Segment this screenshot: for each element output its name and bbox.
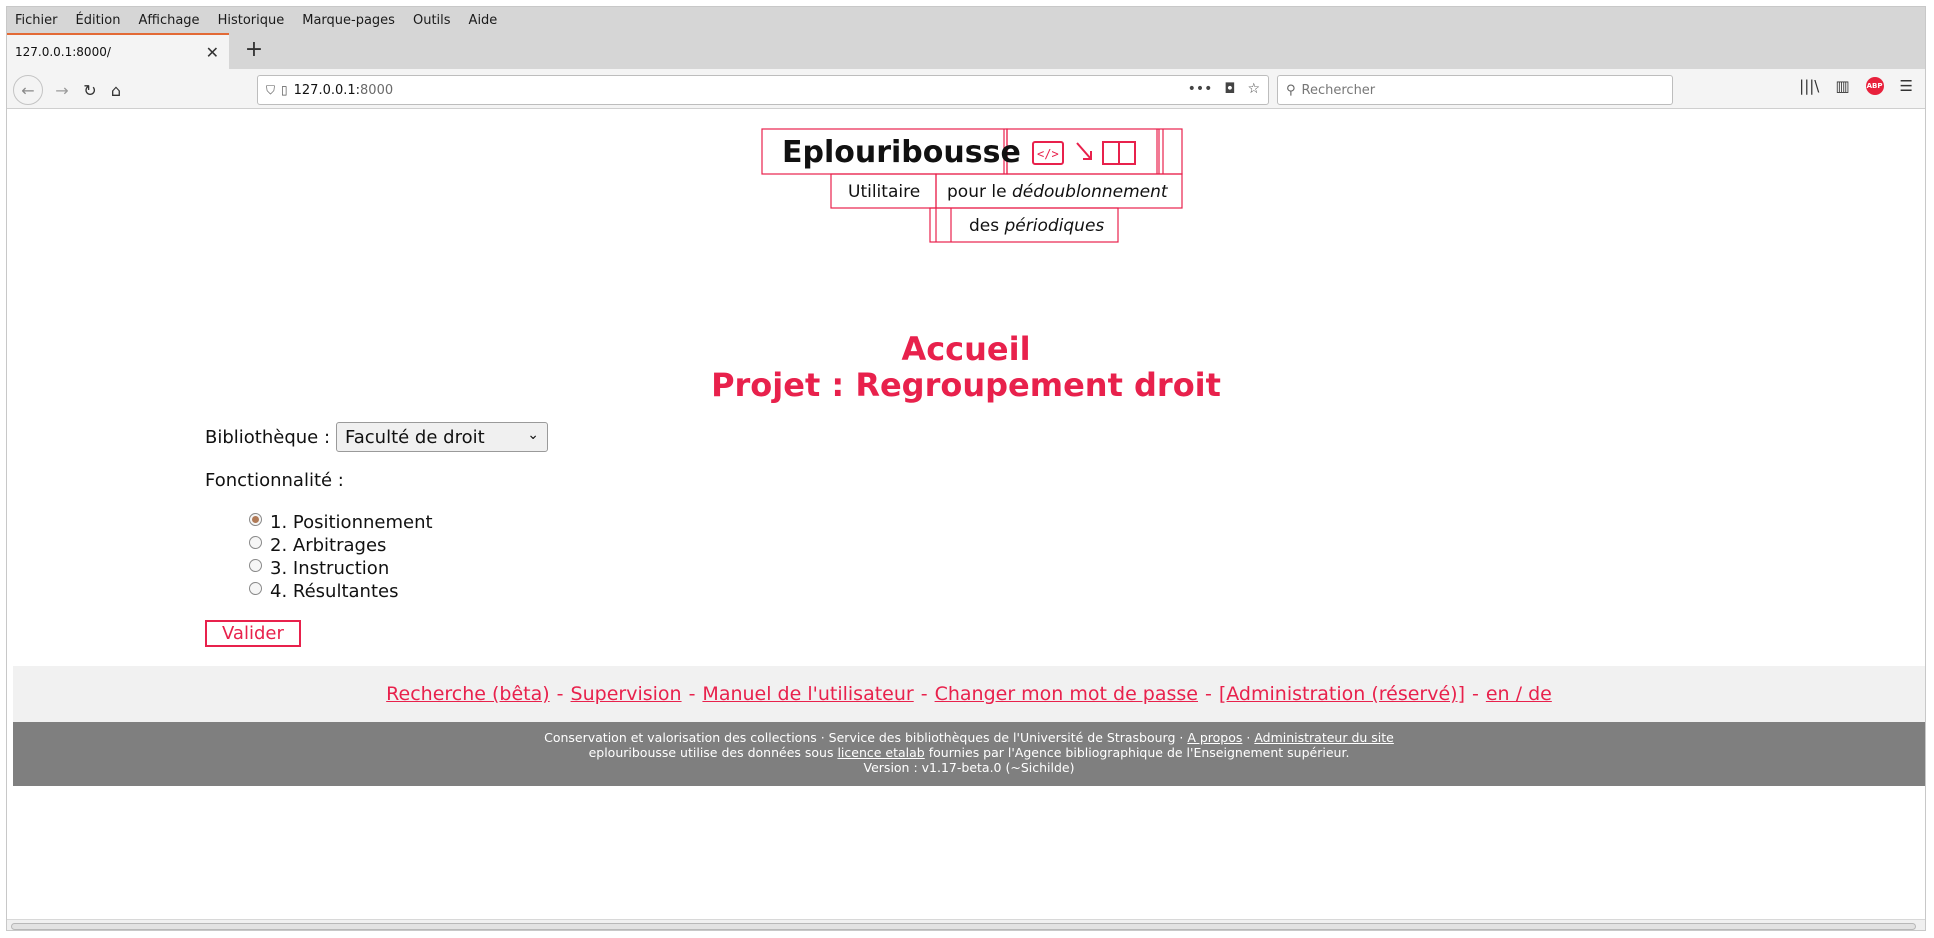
radio-button-resultantes[interactable] (249, 582, 262, 595)
separator: - (556, 683, 564, 705)
close-icon[interactable]: ✕ (206, 43, 219, 62)
scrollbar-thumb[interactable] (11, 923, 1916, 930)
radio-option[interactable]: 1. Positionnement (249, 511, 548, 534)
forward-icon[interactable]: → (49, 77, 75, 103)
menu-outils[interactable]: Outils (413, 13, 451, 28)
radio-button-instruction[interactable] (249, 559, 262, 572)
page-icon[interactable]: ▯ (281, 83, 288, 97)
footer-version: Version : v1.17-beta.0 (~Sichilde) (863, 760, 1075, 775)
library-row: Bibliothèque : Faculté de droit ⌄ (205, 422, 549, 452)
site-logo[interactable]: Eplouribousse </> Utilitaire pour le déd… (7, 110, 1925, 250)
link-manuel[interactable]: Manuel de l'utilisateur (702, 683, 913, 705)
library-selected-value: Faculté de droit (345, 426, 485, 448)
radio-option[interactable]: 3. Instruction (249, 557, 548, 580)
pocket-icon[interactable]: ◘ (1224, 81, 1235, 97)
radio-label: 2. Arbitrages (270, 535, 387, 556)
link-recherche[interactable]: Recherche (bêta) (386, 683, 550, 705)
shield-icon[interactable]: ⛉ (266, 83, 275, 98)
url-port: 8000 (360, 82, 394, 98)
logo-line2b: dédoublonnement (1012, 182, 1169, 202)
home-icon[interactable]: ⌂ (103, 77, 129, 103)
new-tab-icon[interactable]: + (241, 37, 267, 63)
radio-button-positionnement[interactable] (249, 513, 262, 526)
page-content: Eplouribousse </> Utilitaire pour le déd… (7, 110, 1925, 925)
logo-line1: Utilitaire (848, 182, 920, 202)
logo-line2a: pour le (947, 182, 1012, 202)
footer-info: Conservation et valorisation des collect… (13, 722, 1925, 786)
chevron-down-icon: ⌄ (527, 427, 540, 443)
footer-license-text2: fournies par l'Agence bibliographique de… (924, 745, 1350, 760)
link-administrateur[interactable]: Administrateur du site (1254, 730, 1394, 745)
logo-line3b: périodiques (1004, 216, 1105, 236)
tab-title: 127.0.0.1:8000/ (15, 45, 111, 59)
horizontal-scrollbar[interactable] (7, 919, 1925, 930)
link-language[interactable]: en / de (1486, 683, 1552, 705)
library-label: Bibliothèque : (205, 426, 331, 448)
sidebar-icon[interactable]: ▥ (1835, 77, 1849, 95)
more-icon[interactable]: ••• (1188, 81, 1213, 97)
menu-aide[interactable]: Aide (469, 13, 498, 28)
footer-dot: · (1242, 730, 1255, 745)
radio-option[interactable]: 4. Résultantes (249, 580, 548, 603)
menu-affichage[interactable]: Affichage (138, 13, 199, 28)
search-input[interactable]: ⚲ Rechercher (1277, 75, 1673, 105)
logo-graphic: Eplouribousse </> Utilitaire pour le déd… (761, 128, 1183, 243)
search-placeholder: Rechercher (1301, 82, 1376, 98)
library-icon[interactable]: |||\ (1799, 77, 1819, 95)
back-icon[interactable]: ← (13, 75, 43, 105)
menu-fichier[interactable]: Fichier (15, 13, 58, 28)
url-bar[interactable]: ⛉ ▯ 127.0.0.1: 8000 ••• ◘ ☆ (257, 75, 1269, 105)
menu-bar: Fichier Édition Affichage Historique Mar… (7, 7, 1925, 33)
footer-line2: eplouribousse utilise des données sous l… (13, 745, 1925, 760)
radio-label: 1. Positionnement (270, 512, 433, 533)
footer-license-text: eplouribousse utilise des données sous (588, 745, 838, 760)
link-administration[interactable]: [Administration (réservé)] (1219, 683, 1465, 705)
toolbar-right: |||\ ▥ ABP ☰ (1799, 77, 1913, 95)
link-changer-mot-de-passe[interactable]: Changer mon mot de passe (935, 683, 1198, 705)
logo-line3a: des (969, 216, 1005, 236)
svg-text:des périodiques: des périodiques (969, 216, 1104, 236)
menu-marque-pages[interactable]: Marque-pages (302, 13, 395, 28)
reload-icon[interactable]: ↻ (77, 77, 103, 103)
function-radio-group: 1. Positionnement 2. Arbitrages 3. Instr… (249, 511, 548, 603)
page-title: Accueil (901, 330, 1031, 368)
url-host: 127.0.0.1: (293, 82, 361, 98)
separator: - (688, 683, 696, 705)
separator: - (1205, 683, 1212, 705)
submit-button[interactable]: Valider (205, 620, 301, 647)
function-label: Fonctionnalité : (205, 470, 344, 491)
radio-label: 3. Instruction (270, 558, 390, 579)
radio-label: 4. Résultantes (270, 581, 399, 602)
menu-historique[interactable]: Historique (218, 13, 285, 28)
footer-nav: Recherche (bêta) - Supervision - Manuel … (13, 666, 1925, 722)
url-actions: ••• ◘ ☆ (1188, 81, 1260, 97)
footer-credits: Conservation et valorisation des collect… (544, 730, 1188, 745)
link-supervision[interactable]: Supervision (571, 683, 682, 705)
project-title: Projet : Regroupement droit (711, 366, 1221, 404)
svg-text:pour le dédoublonnement: pour le dédoublonnement (947, 182, 1169, 202)
nav-bar: ← → ↻ ⌂ ⛉ ▯ 127.0.0.1: 8000 ••• ◘ ☆ ⚲ Rec… (7, 69, 1925, 109)
separator: - (1472, 683, 1479, 705)
separator: - (920, 683, 928, 705)
browser-tab[interactable]: 127.0.0.1:8000/ ✕ (7, 33, 229, 69)
footer-line1: Conservation et valorisation des collect… (13, 730, 1925, 745)
menu-edition[interactable]: Édition (76, 13, 121, 28)
hamburger-menu-icon[interactable]: ☰ (1900, 77, 1913, 95)
radio-button-arbitrages[interactable] (249, 536, 262, 549)
browser-window: Fichier Édition Affichage Historique Mar… (6, 6, 1926, 931)
link-a-propos[interactable]: A propos (1187, 730, 1242, 745)
library-select[interactable]: Faculté de droit ⌄ (336, 422, 549, 452)
search-icon: ⚲ (1286, 82, 1296, 98)
radio-option[interactable]: 2. Arbitrages (249, 534, 548, 557)
code-icon: </> (1037, 147, 1059, 161)
home-form: Bibliothèque : Faculté de droit ⌄ Foncti… (205, 422, 549, 647)
adblock-icon[interactable]: ABP (1865, 77, 1884, 95)
tab-bar: 127.0.0.1:8000/ ✕ + (7, 33, 1925, 69)
link-licence-etalab[interactable]: licence etalab (837, 745, 924, 760)
bookmark-star-icon[interactable]: ☆ (1247, 81, 1260, 97)
logo-name: Eplouribousse (782, 135, 1021, 170)
